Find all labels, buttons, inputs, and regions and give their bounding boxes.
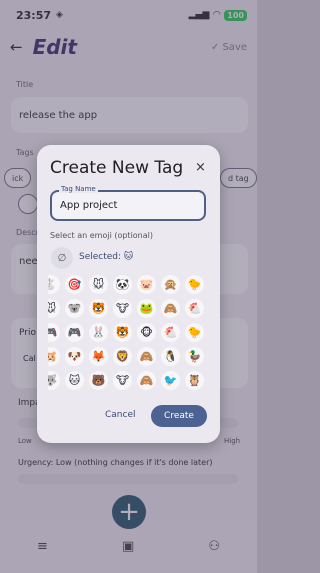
emoji-option[interactable]: 🦊 — [89, 347, 108, 366]
emoji-option[interactable]: 🐺 — [48, 371, 60, 390]
selected-emoji: 🐱 — [123, 252, 134, 262]
emoji-grid: 🐇 🎯 🐭 🐼 🐷 🙊 🐤 🐭 🐨 🐯 🐮 🐸 🙈 🐔 🎮 🎮 🐰 🐯 🐵 🐔 🐤 🐹 🐶 🦊 🦁 🙈 🐧 🦆 🐺 🐱 🐻 🐮 🙈 🐦 🦉 — [48, 275, 208, 392]
emoji-option[interactable]: 🐇 — [48, 275, 60, 294]
emoji-option[interactable]: 🐮 — [113, 371, 132, 390]
emoji-option[interactable]: 🐯 — [113, 323, 132, 342]
close-icon[interactable]: × — [195, 160, 206, 175]
emoji-option[interactable]: 🐮 — [113, 299, 132, 318]
emoji-option[interactable]: 🎯 — [65, 275, 84, 294]
emoji-option[interactable]: 🦆 — [185, 347, 204, 366]
emoji-option[interactable]: 🦁 — [113, 347, 132, 366]
emoji-option[interactable]: 🎮 — [48, 323, 60, 342]
create-tag-dialog: Create New Tag × Tag Name Select an emoj… — [37, 145, 220, 443]
emoji-option[interactable]: 🐔 — [185, 299, 204, 318]
emoji-option[interactable]: 🐼 — [113, 275, 132, 294]
emoji-option[interactable]: 🐰 — [89, 323, 108, 342]
emoji-option[interactable]: 🐻 — [89, 371, 108, 390]
tag-name-label: Tag Name — [59, 185, 98, 193]
emoji-option[interactable]: 🙈 — [161, 299, 180, 318]
emoji-option[interactable]: 🐧 — [161, 347, 180, 366]
emoji-option[interactable]: 🐦 — [161, 371, 180, 390]
selected-label: Selected: — [79, 252, 122, 262]
emoji-option[interactable]: 🐯 — [89, 299, 108, 318]
emoji-option[interactable]: 🙈 — [137, 347, 156, 366]
emoji-option[interactable]: 🐔 — [161, 323, 180, 342]
emoji-option[interactable]: 🐵 — [137, 323, 156, 342]
emoji-picker-label: Select an emoji (optional) — [50, 231, 153, 240]
create-button[interactable]: Create — [151, 405, 207, 427]
emoji-option[interactable]: 🐨 — [65, 299, 84, 318]
cancel-button[interactable]: Cancel — [105, 410, 136, 420]
emoji-option[interactable]: 🎮 — [65, 323, 84, 342]
emoji-option[interactable]: 🐭 — [48, 299, 60, 318]
emoji-option[interactable]: 🐱 — [65, 371, 84, 390]
emoji-option[interactable]: 🙊 — [161, 275, 180, 294]
clear-emoji-button[interactable]: ∅ — [51, 247, 73, 269]
emoji-option[interactable]: 🐸 — [137, 299, 156, 318]
tag-name-input[interactable] — [60, 200, 200, 211]
emoji-option[interactable]: 🐶 — [65, 347, 84, 366]
emoji-option[interactable]: 🐷 — [137, 275, 156, 294]
dialog-title: Create New Tag — [50, 158, 184, 178]
emoji-option[interactable]: 🙈 — [137, 371, 156, 390]
tag-name-field[interactable]: Tag Name — [50, 185, 206, 221]
emoji-option[interactable]: 🐹 — [48, 347, 60, 366]
emoji-option[interactable]: 🦉 — [185, 371, 204, 390]
emoji-option[interactable]: 🐭 — [89, 275, 108, 294]
emoji-option[interactable]: 🐤 — [185, 323, 204, 342]
no-emoji-icon: ∅ — [57, 252, 67, 264]
selected-emoji-indicator: Selected: 🐱 — [79, 252, 133, 262]
emoji-option[interactable]: 🐤 — [185, 275, 204, 294]
